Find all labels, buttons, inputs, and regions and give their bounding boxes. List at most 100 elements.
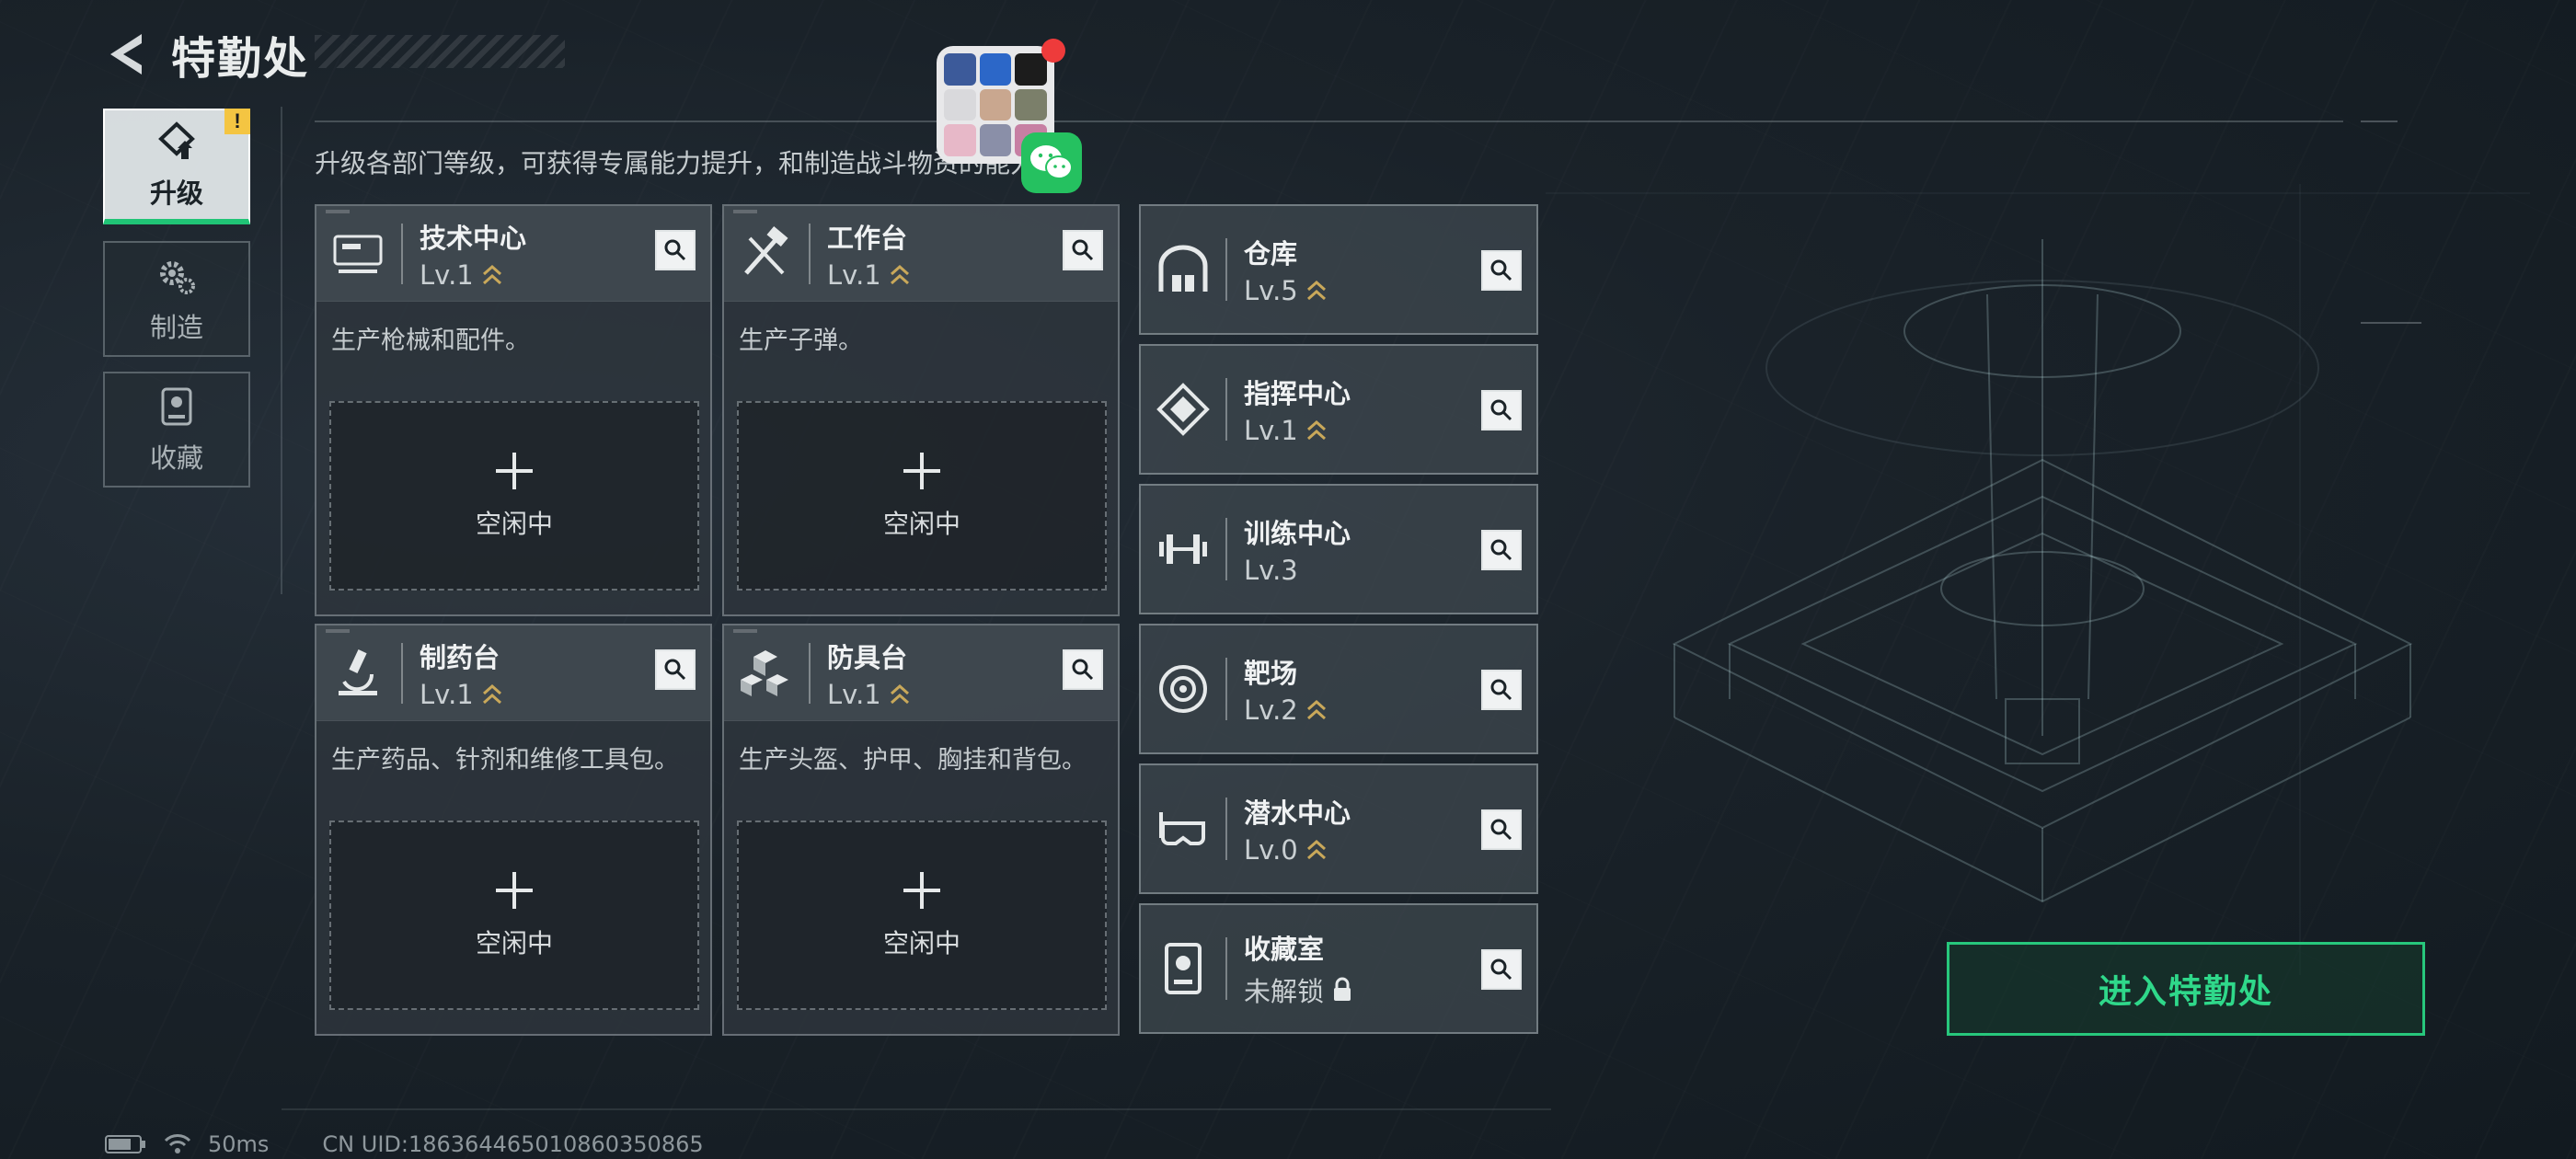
upgrade-chevron-icon xyxy=(482,264,501,284)
battery-icon xyxy=(105,1135,145,1153)
command-icon xyxy=(1156,383,1210,436)
nav-label: 收藏 xyxy=(149,442,203,474)
separator xyxy=(401,642,403,704)
nav-tab-collection[interactable]: 收藏 xyxy=(103,372,250,488)
card-header: 防具台 Lv.1 xyxy=(724,625,1118,721)
tools-icon xyxy=(744,225,788,275)
search-icon xyxy=(664,659,686,681)
trophy-case-icon xyxy=(161,387,192,426)
plus-icon xyxy=(496,453,533,489)
separator xyxy=(401,223,403,284)
search-button[interactable] xyxy=(1481,530,1522,570)
separator xyxy=(1225,518,1227,580)
upgrade-chevron-icon xyxy=(1306,699,1326,720)
facility-card-collection-room[interactable]: 收藏室 未解锁 xyxy=(1139,903,1538,1034)
facility-level: Lv.1 xyxy=(420,258,474,291)
production-slot[interactable]: 空闲中 xyxy=(329,401,699,591)
nav-tab-upgrade[interactable]: ! 升级 xyxy=(103,109,250,224)
production-slot[interactable]: 空闲中 xyxy=(737,401,1107,591)
warning-badge: ! xyxy=(224,109,250,134)
facility-description: 生产枪械和配件。 xyxy=(331,327,530,355)
plus-icon xyxy=(496,872,533,909)
facility-card-workbench[interactable]: 工作台 Lv.1 生产子弹。 空闲中 xyxy=(722,204,1120,616)
facility-level: Lv.0 xyxy=(1244,834,1298,866)
notification-dot xyxy=(1041,39,1065,63)
card-tag xyxy=(326,210,350,213)
facility-card-warehouse[interactable]: 仓库 Lv.5 xyxy=(1139,204,1538,335)
upgrade-chevron-icon xyxy=(1306,419,1326,441)
production-slot[interactable]: 空闲中 xyxy=(737,820,1107,1010)
search-button[interactable] xyxy=(1481,390,1522,430)
search-button[interactable] xyxy=(1481,250,1522,291)
search-icon xyxy=(1072,659,1094,681)
separator xyxy=(1225,238,1227,301)
search-button[interactable] xyxy=(655,230,696,270)
facility-level: Lv.2 xyxy=(1244,694,1298,726)
slot-status: 空闲中 xyxy=(475,509,553,539)
upgrade-chevron-icon xyxy=(890,683,909,704)
facility-card-tech-center[interactable]: 技术中心 Lv.1 生产枪械和配件。 空闲中 xyxy=(315,204,712,616)
decoration-line xyxy=(2361,120,2398,122)
target-icon xyxy=(1159,665,1207,713)
separator xyxy=(809,642,811,704)
search-button[interactable] xyxy=(1481,809,1522,850)
page-title: 特勤处 xyxy=(171,33,310,85)
search-icon xyxy=(1072,239,1094,261)
facility-card-training-center[interactable]: 训练中心 Lv.3 xyxy=(1139,484,1538,614)
facility-card-armor-bench[interactable]: 防具台 Lv.1 生产头盔、护甲、胸挂和背包。 空闲中 xyxy=(722,624,1120,1036)
app-thumbnail xyxy=(944,53,976,86)
app-thumbnail xyxy=(979,124,1012,156)
lock-icon xyxy=(1334,977,1351,1001)
facility-card-command-center[interactable]: 指挥中心 Lv.1 xyxy=(1139,344,1538,475)
separator xyxy=(1225,937,1227,1000)
microscope-icon xyxy=(339,648,377,695)
production-slot[interactable]: 空闲中 xyxy=(329,820,699,1010)
search-button[interactable] xyxy=(1481,949,1522,990)
facility-description: 生产药品、针剂和维修工具包。 xyxy=(331,746,679,775)
search-icon xyxy=(1490,958,1512,981)
ping-value: 50ms xyxy=(208,1131,270,1157)
warehouse-icon xyxy=(1158,245,1208,292)
nav-tab-craft[interactable]: 制造 xyxy=(103,241,250,357)
facility-name: 工作台 xyxy=(827,222,908,254)
app-thumbnail xyxy=(979,88,1012,121)
upgrade-chevron-icon xyxy=(890,264,909,284)
separator xyxy=(1225,798,1227,860)
collection-icon xyxy=(1165,943,1202,994)
facility-name: 仓库 xyxy=(1244,238,1298,270)
enter-special-ops-button[interactable]: 进入特勤处 xyxy=(1947,942,2425,1036)
nav-label: 升级 xyxy=(149,178,203,209)
search-button[interactable] xyxy=(1063,230,1103,270)
upgrade-chevron-icon xyxy=(482,683,501,704)
search-icon xyxy=(664,239,686,261)
facility-level: Lv.1 xyxy=(827,678,881,710)
page-subtitle: 升级各部门等级，可获得专属能力提升，和制造战斗物资的能力 xyxy=(315,148,1037,178)
nav-label: 制造 xyxy=(149,312,203,343)
wechat-floating-button[interactable] xyxy=(1021,132,1082,193)
slot-status: 空闲中 xyxy=(882,509,960,539)
search-button[interactable] xyxy=(655,649,696,690)
facility-name: 技术中心 xyxy=(420,222,527,254)
header: 特勤处 xyxy=(103,22,309,86)
facility-card-shooting-range[interactable]: 靶场 Lv.2 xyxy=(1139,624,1538,754)
search-icon xyxy=(1490,259,1512,281)
back-arrow-icon[interactable] xyxy=(103,30,151,78)
facility-name: 制药台 xyxy=(420,641,500,673)
facility-level: Lv.3 xyxy=(1244,555,1298,586)
facility-name: 潜水中心 xyxy=(1244,798,1351,829)
dumbbell-icon xyxy=(1159,534,1207,564)
gear-icon xyxy=(160,261,195,294)
plus-icon xyxy=(903,453,940,489)
card-tag xyxy=(326,629,350,633)
card-header: 制药台 Lv.1 xyxy=(316,625,710,721)
divider xyxy=(281,107,282,594)
computer-icon xyxy=(333,235,383,273)
card-tag xyxy=(733,210,757,213)
facility-level: Lv.1 xyxy=(827,258,881,291)
facility-card-diving-center[interactable]: 潜水中心 Lv.0 xyxy=(1139,763,1538,894)
plus-icon xyxy=(903,872,940,909)
search-button[interactable] xyxy=(1063,649,1103,690)
facility-card-pharmacy[interactable]: 制药台 Lv.1 生产药品、针剂和维修工具包。 空闲中 xyxy=(315,624,712,1036)
diving-mask-icon xyxy=(1159,812,1205,845)
search-button[interactable] xyxy=(1481,670,1522,710)
